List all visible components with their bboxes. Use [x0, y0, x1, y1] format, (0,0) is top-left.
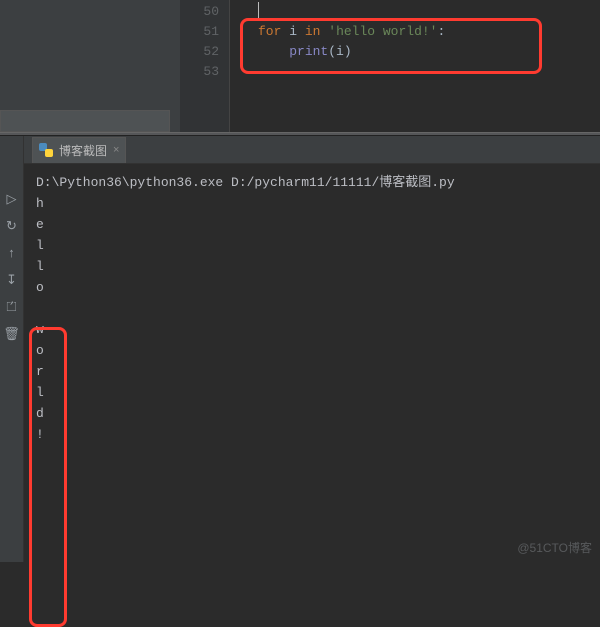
run-tab[interactable]: 博客截图 × — [32, 137, 126, 163]
console-line: h — [36, 193, 588, 214]
run-tool-window: ▷ ↻ ↑ ↧ ⏍ 🗑 博客截图 × D:\Python36\python36.… — [0, 136, 600, 562]
console-line: l — [36, 235, 588, 256]
trash-icon[interactable]: 🗑 — [3, 327, 20, 342]
line-number: 51 — [180, 22, 219, 42]
console-output[interactable]: D:\Python36\python36.exe D:/pycharm11/11… — [24, 164, 600, 453]
console-line: w — [36, 319, 588, 340]
console-line: d — [36, 403, 588, 424]
run-body: 博客截图 × D:\Python36\python36.exe D:/pycha… — [24, 136, 600, 562]
console-line: l — [36, 382, 588, 403]
text-caret — [258, 2, 259, 20]
run-tab-bar: 博客截图 × — [24, 136, 600, 164]
restart-icon[interactable]: ↻ — [6, 219, 17, 234]
console-line: r — [36, 361, 588, 382]
watermark: @51CTO博客 — [517, 539, 592, 556]
console-line: o — [36, 340, 588, 361]
close-icon[interactable]: × — [113, 144, 119, 156]
tool-strip-tab[interactable] — [0, 110, 170, 132]
line-number: 53 — [180, 62, 219, 82]
python-icon — [39, 143, 53, 157]
console-line — [36, 298, 588, 319]
console-line: o — [36, 277, 588, 298]
line-number: 52 — [180, 42, 219, 62]
editor-pane: 50515253 for i in 'hello world!': print(… — [0, 0, 600, 132]
project-tool-strip — [0, 0, 180, 132]
code-line — [258, 2, 600, 22]
up-icon[interactable]: ↑ — [8, 246, 16, 261]
code-line: for i in 'hello world!': — [258, 22, 600, 42]
line-number: 50 — [180, 2, 219, 22]
code-line — [258, 62, 600, 82]
run-toolbar: ▷ ↻ ↑ ↧ ⏍ 🗑 — [0, 136, 24, 562]
download-icon[interactable]: ↧ — [6, 273, 17, 288]
code-area[interactable]: for i in 'hello world!': print(i) — [230, 0, 600, 132]
console-command: D:\Python36\python36.exe D:/pycharm11/11… — [36, 172, 588, 193]
console-line: ! — [36, 424, 588, 445]
run-tab-label: 博客截图 — [59, 142, 107, 159]
console-line: l — [36, 256, 588, 277]
play-icon[interactable]: ▷ — [7, 192, 17, 207]
code-line: print(i) — [258, 42, 600, 62]
exit-icon[interactable]: ⏍ — [7, 300, 17, 315]
console-line: e — [36, 214, 588, 235]
line-number-gutter: 50515253 — [180, 0, 230, 132]
